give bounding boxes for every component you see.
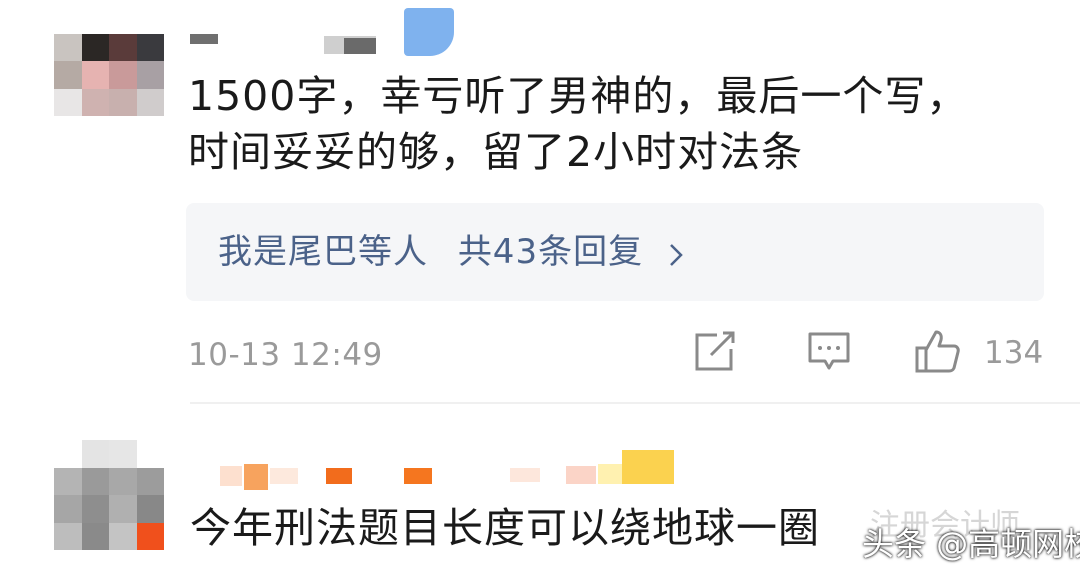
- comment-button[interactable]: [804, 330, 854, 378]
- avatar-pixelated[interactable]: [54, 34, 164, 116]
- comment-text-line: 1500字，幸亏听了男神的，最后一个写，: [188, 72, 969, 120]
- watermark: 头条 @高顿网校: [862, 525, 1080, 563]
- username-pixelated[interactable]: [190, 8, 460, 58]
- comment-timestamp: 10-13 12:49: [188, 337, 383, 373]
- thumbs-up-icon: [914, 328, 962, 378]
- comment-divider: [190, 402, 1080, 404]
- comment-bubble-icon: [807, 331, 851, 377]
- comment-text-line: 时间妥妥的够，留了2小时对法条: [188, 128, 804, 176]
- reply-summary-link[interactable]: 我是尾巴等人 共43条回复: [218, 230, 683, 276]
- share-edit-icon: [693, 331, 737, 377]
- like-count: 134: [984, 335, 1044, 371]
- like-button[interactable]: 134: [914, 326, 1054, 380]
- chevron-right-icon: [669, 236, 683, 271]
- username-pixelated[interactable]: [210, 450, 680, 495]
- comment-text: 今年刑法题目长度可以绕地球一圈: [190, 504, 820, 552]
- share-button[interactable]: [690, 330, 740, 378]
- comment-text: 1500字，幸亏听了男神的，最后一个写， 时间妥妥的够，留了2小时对法条: [188, 68, 1048, 180]
- avatar-pixelated[interactable]: [54, 440, 164, 550]
- reply-user-names: 我是尾巴等人: [218, 232, 428, 272]
- reply-count: 共43条回复: [457, 232, 644, 272]
